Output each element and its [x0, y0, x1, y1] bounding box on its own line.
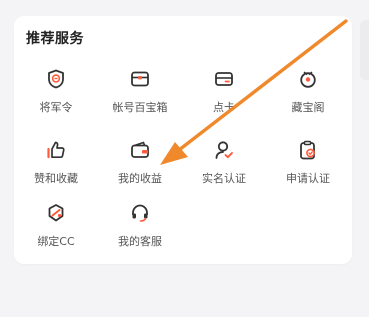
service-account-treasure-box[interactable]: 帐号百宝箱 — [98, 69, 182, 114]
shield-token-icon — [48, 69, 64, 89]
headset-icon — [132, 204, 148, 222]
service-label: 我的客服 — [118, 235, 162, 248]
service-my-customer-service[interactable]: 我的客服 — [98, 203, 182, 248]
section-title: 推荐服务 — [26, 31, 84, 47]
service-my-earnings[interactable]: 我的收益 — [98, 140, 182, 185]
service-label: 点卡 — [213, 101, 235, 114]
wallet-icon — [131, 141, 149, 158]
service-label: 实名认证 — [202, 172, 246, 185]
service-real-name-verification[interactable]: 实名认证 — [182, 140, 266, 185]
service-treasure-pavilion[interactable]: 藏宝阁 — [266, 69, 350, 114]
recommended-services-card: 推荐服务 将军令 帐号百宝箱 点卡 藏宝阁 赞和收藏 我的收益 实名认证 申请认… — [14, 16, 352, 264]
service-likes-favorites[interactable]: 赞和收藏 — [14, 140, 98, 185]
user-verify-icon — [215, 141, 233, 159]
service-label: 申请认证 — [286, 172, 330, 185]
card-icon — [215, 72, 233, 86]
service-label: 绑定CC — [37, 235, 75, 248]
service-label: 将军令 — [39, 101, 73, 114]
service-apply-certification[interactable]: 申请认证 — [266, 140, 350, 185]
side-panel-edge — [360, 20, 369, 80]
service-label: 帐号百宝箱 — [112, 101, 168, 114]
service-jiangjunling[interactable]: 将军令 — [14, 69, 98, 114]
service-point-card[interactable]: 点卡 — [182, 69, 266, 114]
cc-link-icon — [48, 204, 64, 222]
service-bind-cc[interactable]: 绑定CC — [14, 203, 98, 248]
treasure-pavilion-icon — [300, 71, 316, 88]
thumbs-up-icon — [47, 141, 65, 159]
service-label: 赞和收藏 — [34, 172, 78, 185]
service-label: 我的收益 — [118, 172, 162, 185]
service-label: 藏宝阁 — [291, 101, 325, 114]
clipboard-check-icon — [300, 140, 315, 160]
treasure-box-icon — [131, 71, 149, 87]
